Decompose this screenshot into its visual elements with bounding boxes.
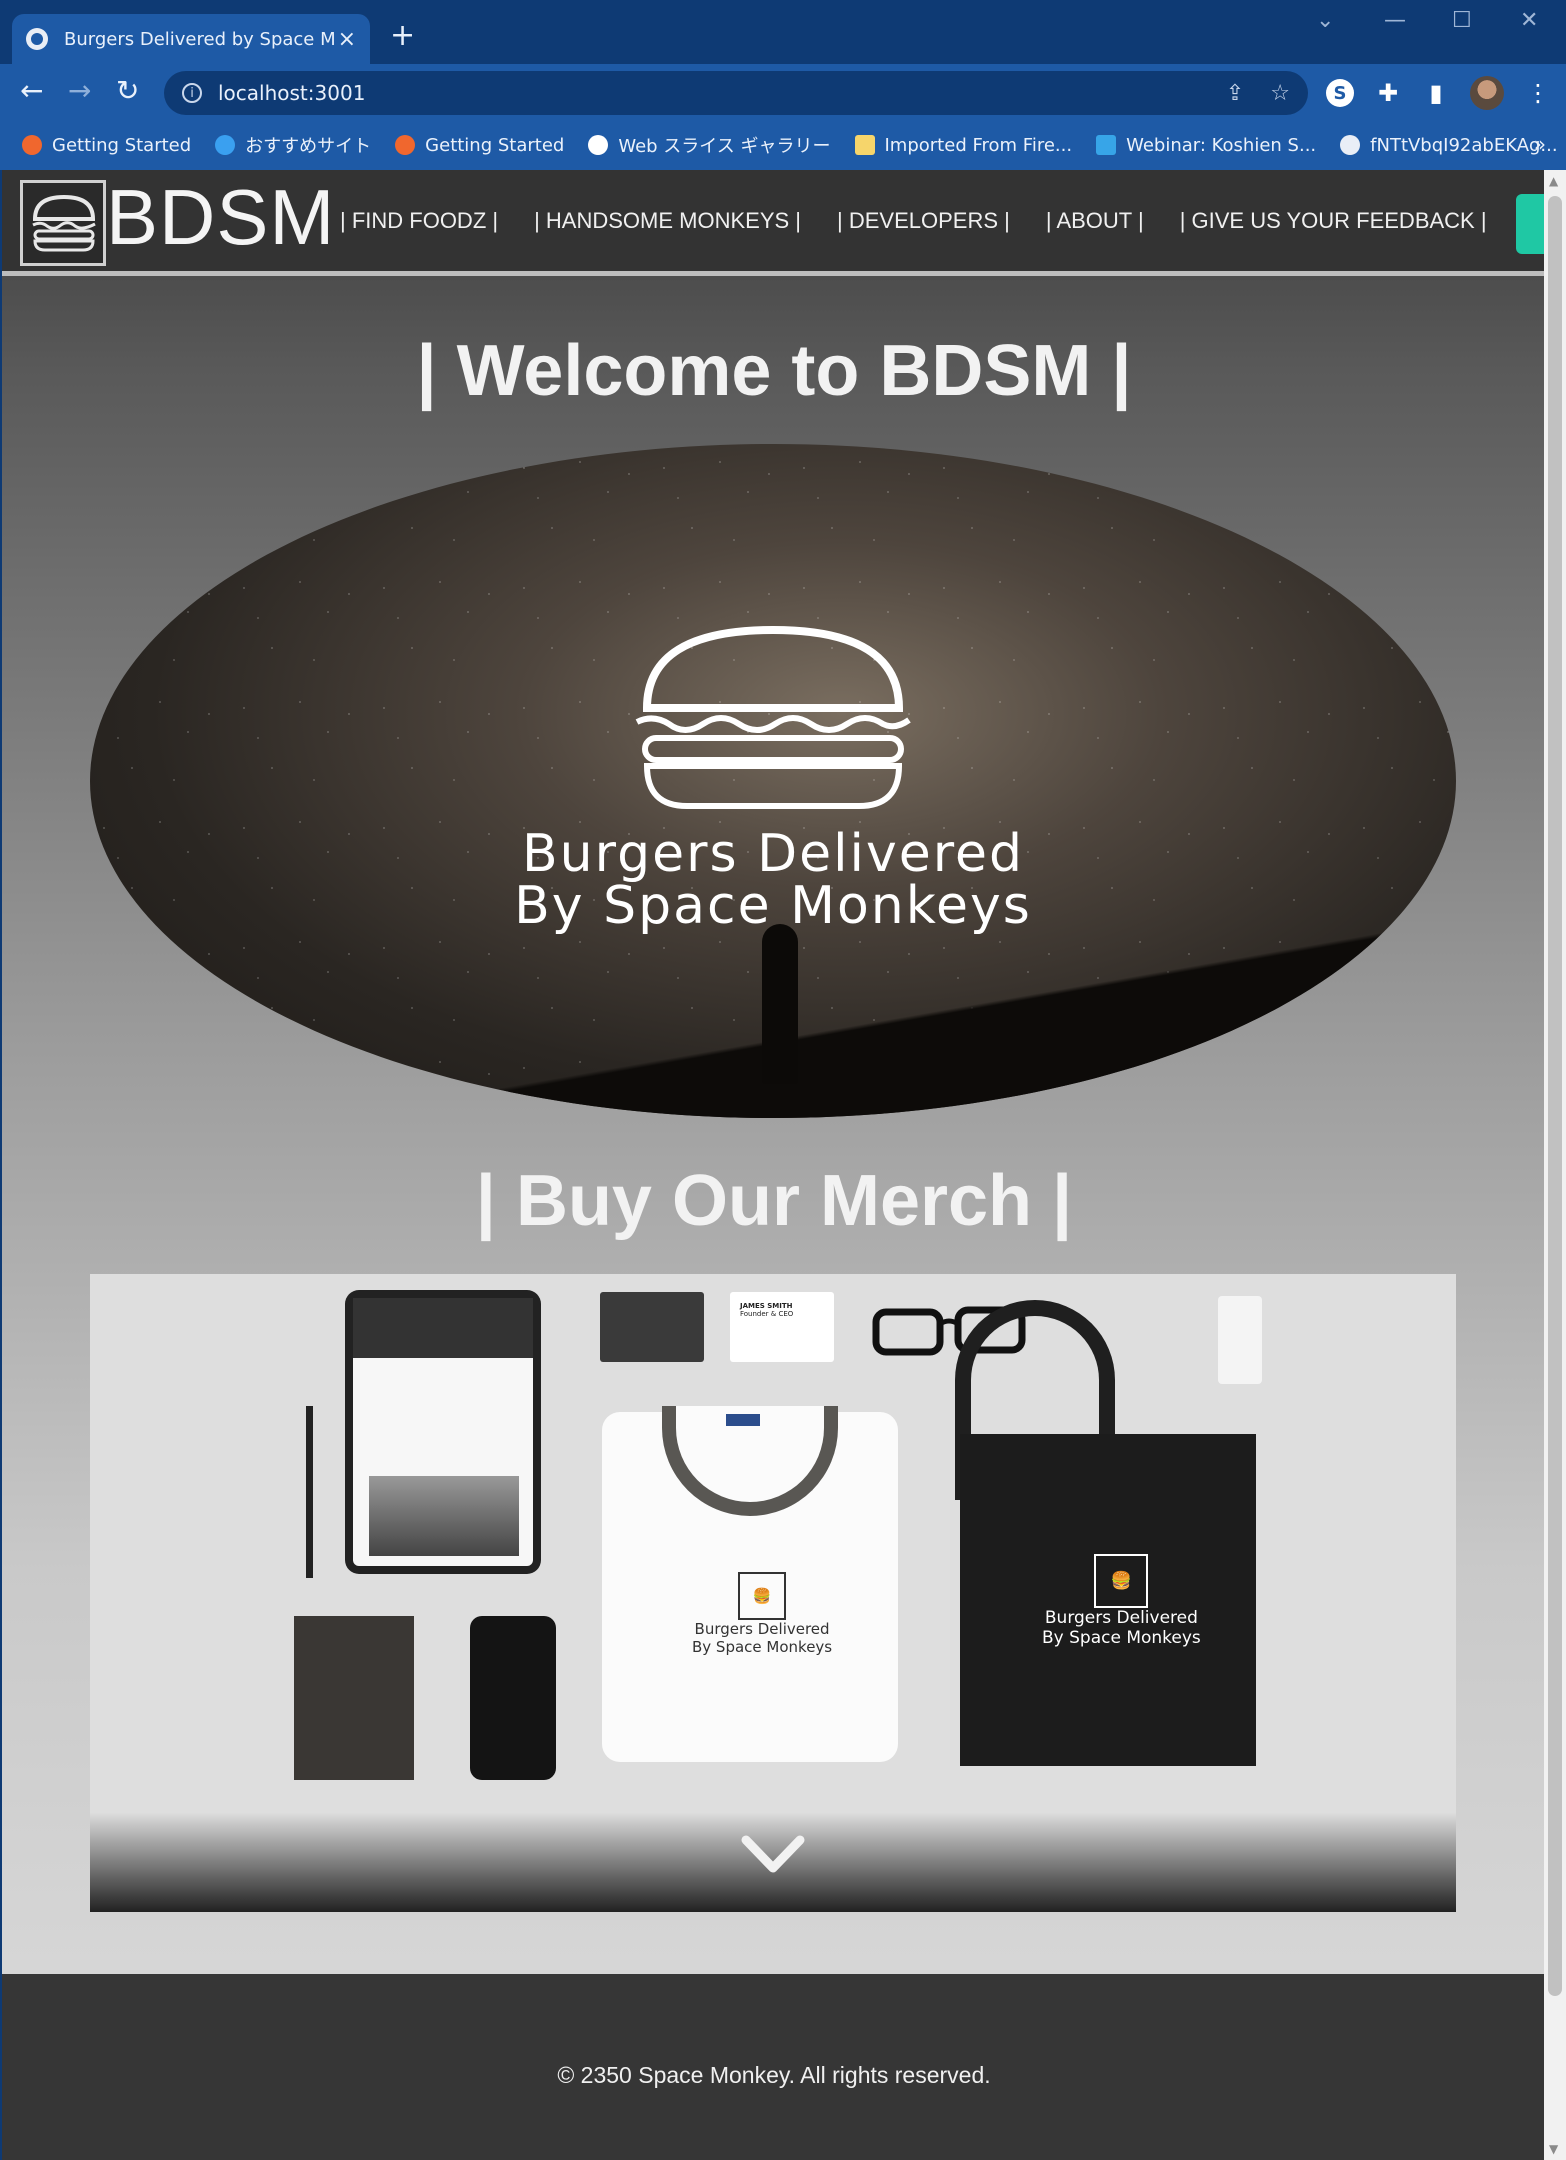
brand-name[interactable]: BDSM bbox=[106, 172, 335, 263]
extension-s-icon[interactable]: S bbox=[1326, 79, 1354, 107]
person-silhouette bbox=[762, 924, 798, 1084]
tote-logo-line-1: Burgers Delivered bbox=[1044, 1608, 1198, 1628]
browser-tabstrip: Burgers Delivered by Space Monkeys × + ⌄… bbox=[0, 0, 1566, 64]
share-icon[interactable]: ⇪ bbox=[1226, 81, 1244, 106]
bookmark-item[interactable]: おすすめサイト bbox=[215, 132, 371, 158]
hero-tagline-line-1: Burgers Delivered bbox=[521, 824, 1025, 884]
nav-handsome-monkeys[interactable]: | HANDSOME MONKEYS | bbox=[534, 208, 801, 234]
back-icon[interactable]: ← bbox=[20, 74, 43, 107]
tote-bag: 🍔 Burgers Delivered By Space Monkeys bbox=[960, 1434, 1256, 1766]
page-viewport: BDSM | FIND FOODZ | | HANDSOME MONKEYS |… bbox=[0, 170, 1544, 2160]
t-shirt: 🍔 Burgers Delivered By Space Monkeys bbox=[602, 1406, 898, 1762]
bing-icon bbox=[215, 135, 236, 155]
browser-toolbar: ← → ↻ i localhost:3001 ⇪ ☆ S ✚ ▮ ⋮ bbox=[0, 64, 1566, 120]
maximize-icon[interactable]: ☐ bbox=[1452, 8, 1472, 33]
side-panel-icon[interactable]: ▮ bbox=[1422, 79, 1450, 107]
more-bookmarks-icon[interactable]: » bbox=[1534, 132, 1546, 156]
close-tab-icon[interactable]: × bbox=[338, 27, 356, 52]
firefox-icon bbox=[22, 135, 42, 155]
bookmark-item[interactable]: fNTtVbqI92abEKAg... bbox=[1340, 135, 1558, 156]
scroll-down-icon[interactable]: ▼ bbox=[1549, 2142, 1558, 2156]
scroll-thumb[interactable] bbox=[1548, 196, 1562, 1996]
scrollbar[interactable]: ▲ ▼ bbox=[1544, 170, 1566, 2160]
card-name: JAMES SMITH bbox=[740, 1302, 793, 1310]
tab-title: Burgers Delivered by Space Monkeys bbox=[64, 28, 334, 50]
nav-feedback[interactable]: | GIVE US YOUR FEEDBACK | bbox=[1180, 208, 1487, 234]
chevron-down-icon[interactable] bbox=[740, 1834, 806, 1876]
bookmark-item[interactable]: Getting Started bbox=[395, 135, 564, 156]
burger-logo-icon[interactable] bbox=[20, 180, 106, 266]
tablet-mockup bbox=[345, 1290, 541, 1574]
site-info-icon[interactable]: i bbox=[182, 83, 202, 103]
firefox-icon bbox=[395, 135, 416, 155]
tote-logo-line-2: By Space Monkeys bbox=[1042, 1628, 1201, 1648]
url-text: localhost:3001 bbox=[218, 81, 366, 105]
reload-icon[interactable]: ↻ bbox=[116, 74, 139, 107]
browser-tab[interactable]: Burgers Delivered by Space Monkeys × bbox=[12, 14, 370, 64]
web-slice-icon bbox=[588, 135, 609, 155]
webinar-icon bbox=[1096, 135, 1117, 155]
nav-developers[interactable]: | DEVELOPERS | bbox=[837, 208, 1010, 234]
globe-icon bbox=[26, 28, 48, 50]
new-tab-icon[interactable]: + bbox=[390, 18, 415, 53]
nav-about[interactable]: | ABOUT | bbox=[1046, 208, 1144, 234]
burger-logo-icon bbox=[635, 625, 911, 809]
tab-search-icon[interactable]: ⌄ bbox=[1316, 8, 1334, 33]
close-window-icon[interactable]: ✕ bbox=[1520, 8, 1538, 33]
bookmark-item[interactable]: Getting Started bbox=[22, 135, 191, 156]
scroll-up-icon[interactable]: ▲ bbox=[1549, 174, 1558, 188]
bookmark-item[interactable]: Imported From Fire... bbox=[854, 135, 1072, 156]
bookmark-star-icon[interactable]: ☆ bbox=[1270, 81, 1290, 106]
site-header: BDSM | FIND FOODZ | | HANDSOME MONKEYS |… bbox=[2, 170, 1544, 276]
business-card-light: JAMES SMITH Founder & CEO bbox=[730, 1292, 834, 1362]
shirt-logo-line-2: By Space Monkeys bbox=[692, 1638, 833, 1656]
nav-cta-button-edge[interactable] bbox=[1516, 194, 1544, 254]
hero-image: Burgers Delivered By Space Monkeys bbox=[90, 444, 1456, 1118]
keychain bbox=[1218, 1296, 1262, 1384]
merch-heading: | Buy Our Merch | bbox=[475, 1161, 1073, 1241]
merch-image[interactable]: JAMES SMITH Founder & CEO 🍔 Burgers Deli… bbox=[90, 1274, 1456, 1912]
bookmarks-bar: Getting Started おすすめサイト Getting Started … bbox=[0, 120, 1566, 170]
main-nav: | FIND FOODZ | | HANDSOME MONKEYS | | DE… bbox=[340, 208, 1487, 234]
forward-icon[interactable]: → bbox=[68, 74, 91, 107]
folder-icon bbox=[854, 135, 875, 155]
profile-avatar[interactable] bbox=[1470, 76, 1504, 110]
nav-find-foodz[interactable]: | FIND FOODZ | bbox=[340, 208, 498, 234]
site-footer: © 2350 Space Monkey. All rights reserved… bbox=[2, 1974, 1544, 2160]
card-role: Founder & CEO bbox=[740, 1310, 794, 1318]
address-bar[interactable]: i localhost:3001 ⇪ ☆ bbox=[164, 71, 1308, 115]
pencil bbox=[306, 1406, 313, 1578]
menu-kebab-icon[interactable]: ⋮ bbox=[1524, 79, 1552, 107]
minimize-icon[interactable]: — bbox=[1384, 8, 1406, 33]
extensions-puzzle-icon[interactable]: ✚ bbox=[1374, 79, 1402, 107]
notebook bbox=[294, 1616, 414, 1780]
bookmark-item[interactable]: Webinar: Koshien S... bbox=[1096, 135, 1316, 156]
globe-icon bbox=[1340, 135, 1361, 155]
phone-case bbox=[470, 1616, 556, 1780]
shirt-logo-line-1: Burgers Delivered bbox=[694, 1620, 830, 1638]
welcome-heading: | Welcome to BDSM | bbox=[416, 331, 1132, 411]
business-card-dark bbox=[600, 1292, 704, 1362]
bookmark-item[interactable]: Web スライス ギャラリー bbox=[588, 132, 831, 158]
hero-tagline-line-2: By Space Monkeys bbox=[514, 876, 1032, 936]
footer-copyright: © 2350 Space Monkey. All rights reserved… bbox=[557, 2062, 991, 2088]
